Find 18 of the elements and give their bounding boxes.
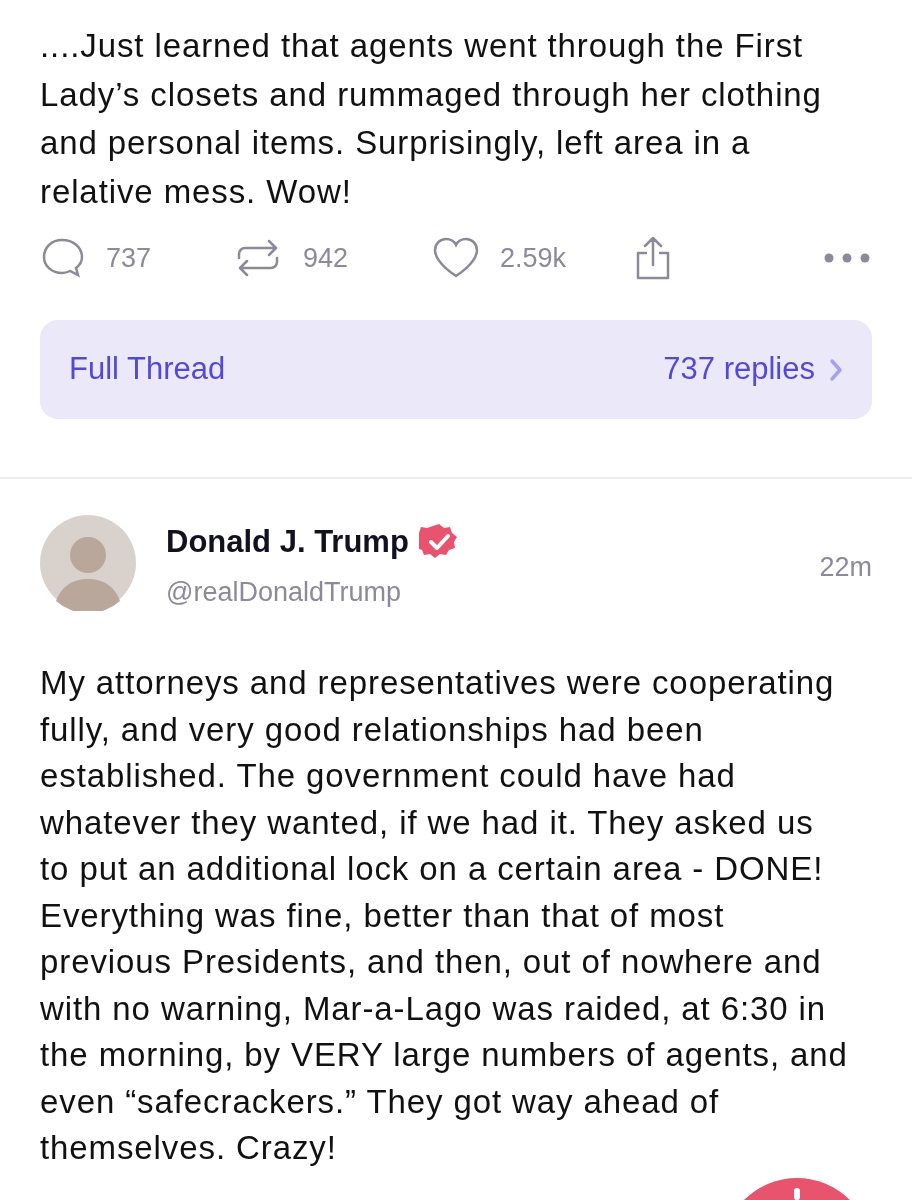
share-button[interactable] [635,235,671,281]
author-handle: @realDonaldTrump [166,575,402,609]
repost-button[interactable]: 942 [235,236,432,280]
share-icon [635,235,671,281]
more-icon [824,253,870,263]
post-text: ....Just learned that agents went through the First Lady’s closets and rummaged through her clothing and personal items. Surprisingly, left area in a relative mess. Wow! [40,26,822,212]
reply-count: 737 replies [663,350,815,389]
full-thread-label: Full Thread [69,350,226,389]
chevron-right-icon [829,357,843,382]
full-thread-link[interactable]: Full Thread 737 replies [40,320,872,419]
more-button[interactable] [824,253,870,263]
reply-button[interactable]: 737 [40,236,235,280]
comment-icon [40,236,84,280]
heart-icon [432,236,480,280]
post-time: 22m [819,551,872,584]
post-text: My attorneys and representatives were cooperating fully, and very good relationships had been established. The government could have had whatever they wanted, if we had it. They asked us to put an additional lock on a certain area - DONE! Everything was fine, better than that of most previous Presidents, and then, out of nowhere and with no warning, Mar-a-Lago was raided, at 6:30 in the morning, by VERY large numbers of agents, and even “safecrackers.” They got way ahead of themselves. Crazy! [40,663,848,1168]
like-button[interactable]: 2.59k [432,236,635,280]
author-name: Donald J. Trump [166,523,409,561]
